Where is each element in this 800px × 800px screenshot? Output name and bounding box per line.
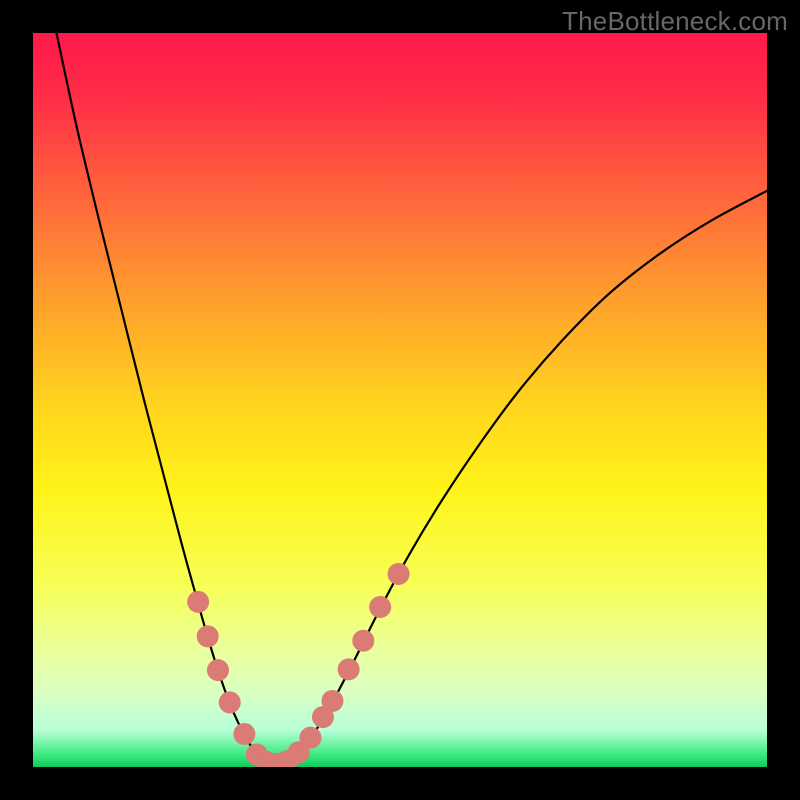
chart-plot-area [33,33,767,767]
curve-marker [388,563,410,585]
curve-marker [338,658,360,680]
curve-marker [233,723,255,745]
curve-marker [207,659,229,681]
curve-marker [352,630,374,652]
curve-marker [187,591,209,613]
curve-marker [299,727,321,749]
curve-marker [197,625,219,647]
curve-marker [321,690,343,712]
curve-marker [369,596,391,618]
bottleneck-chart [33,33,767,767]
curve-marker [219,691,241,713]
